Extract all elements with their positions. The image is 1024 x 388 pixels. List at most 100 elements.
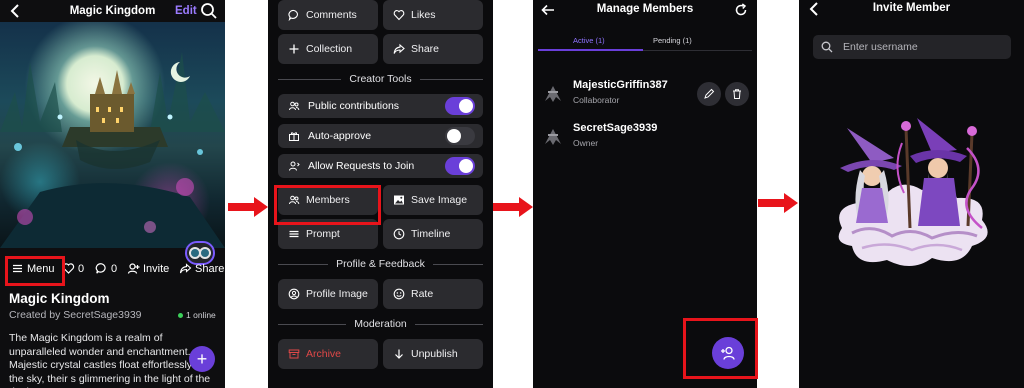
kingdom-name: Magic Kingdom	[9, 291, 110, 306]
gift-icon	[289, 132, 299, 141]
tab-active[interactable]: Active (1)	[573, 36, 605, 45]
user-request-icon	[289, 161, 300, 171]
pencil-icon	[704, 88, 715, 99]
prompt-label: Prompt	[306, 228, 340, 240]
flow-arrow-3	[758, 193, 798, 213]
right-arrow-icon	[493, 197, 533, 217]
share-button[interactable]: Share	[179, 262, 224, 275]
avatar	[545, 86, 561, 102]
right-arrow-icon	[758, 193, 798, 213]
heart-icon	[62, 263, 75, 274]
add-member-button[interactable]	[712, 337, 744, 369]
plus-icon: +	[196, 348, 208, 369]
group-icon	[289, 101, 300, 111]
profile-image-label: Profile Image	[306, 288, 368, 300]
creator-tools-label: Creator Tools	[349, 73, 412, 85]
toggle-knob	[459, 159, 473, 173]
member-name: MajesticGriffin387	[573, 79, 668, 91]
members-button[interactable]: Members	[278, 185, 378, 215]
toggle-knob	[459, 99, 473, 113]
arrow-down-icon	[395, 349, 403, 359]
allow-requests-row[interactable]: Allow Requests to Join	[278, 154, 483, 178]
public-contributions-toggle[interactable]	[445, 97, 475, 115]
plus-icon	[289, 44, 299, 54]
trash-icon	[733, 89, 741, 99]
prompt-button[interactable]: Prompt	[278, 219, 378, 249]
member-name: SecretSage3939	[573, 122, 658, 134]
member-row[interactable]: SecretSage3939 Owner	[542, 122, 748, 154]
likes-button[interactable]: Likes	[383, 0, 483, 30]
comment-icon	[288, 9, 298, 21]
username-input[interactable]	[843, 41, 1003, 53]
auto-approve-row[interactable]: Auto-approve	[278, 124, 483, 148]
wizards-illustration	[838, 118, 988, 267]
menu-label: Menu	[27, 262, 55, 275]
moderation-heading: Moderation	[278, 317, 483, 331]
edit-button[interactable]: Edit	[175, 5, 197, 17]
comment-button[interactable]: 0	[95, 262, 117, 275]
menu-button[interactable]: Menu	[11, 262, 55, 275]
profile-feedback-heading: Profile & Feedback	[278, 257, 483, 271]
toggle-knob	[447, 129, 461, 143]
tab-active-indicator	[538, 49, 643, 51]
auto-approve-toggle[interactable]	[445, 127, 475, 145]
smiley-icon	[393, 288, 405, 300]
top-bar: Manage Members	[533, 0, 757, 20]
add-user-icon	[721, 346, 735, 360]
collection-label: Collection	[306, 43, 353, 55]
hero-image	[0, 22, 225, 265]
members-label: Members	[306, 194, 350, 206]
public-contributions-label: Public contributions	[308, 100, 400, 112]
unpublish-button[interactable]: Unpublish	[383, 339, 483, 369]
save-image-button[interactable]: Save Image	[383, 185, 483, 215]
refresh-icon[interactable]	[734, 3, 748, 17]
edit-member-button[interactable]	[697, 82, 721, 106]
menu-sheet: Comments Likes Collection Share Creator …	[268, 0, 493, 388]
likes-count: 0	[78, 262, 85, 275]
right-arrow-icon	[228, 197, 268, 217]
rate-label: Rate	[411, 288, 434, 300]
profile-icon	[288, 288, 300, 300]
creator-tools-heading: Creator Tools	[278, 72, 483, 86]
allow-requests-toggle[interactable]	[445, 157, 475, 175]
archive-icon	[288, 349, 300, 359]
avatar	[545, 129, 561, 145]
member-row[interactable]: MajesticGriffin387 Collaborator	[542, 79, 749, 111]
profile-feedback-label: Profile & Feedback	[336, 258, 425, 270]
share-icon	[393, 43, 405, 54]
public-contributions-row[interactable]: Public contributions	[278, 94, 483, 118]
clock-icon	[393, 228, 405, 240]
image-icon	[394, 195, 404, 205]
creator-text[interactable]: Created by SecretSage3939	[9, 309, 142, 321]
top-bar: Magic Kingdom Edit	[0, 0, 225, 22]
create-plus-button[interactable]: +	[189, 346, 215, 372]
member-role: Collaborator	[573, 95, 620, 105]
unpublish-label: Unpublish	[411, 348, 458, 360]
flow-arrow-2	[493, 197, 533, 217]
like-button[interactable]: 0	[62, 262, 84, 275]
description: The Magic Kingdom is a realm of unparall…	[9, 332, 214, 388]
member-role: Owner	[573, 138, 599, 148]
archive-label: Archive	[306, 348, 342, 360]
collection-button[interactable]: Collection	[278, 34, 378, 64]
tab-pending[interactable]: Pending (1)	[653, 36, 692, 45]
flow-arrow-1	[228, 197, 268, 217]
share-icon	[179, 263, 192, 274]
archive-button[interactable]: Archive	[278, 339, 378, 369]
comments-count: 0	[111, 262, 118, 275]
invite-button[interactable]: Invite	[127, 262, 169, 275]
timeline-button[interactable]: Timeline	[383, 219, 483, 249]
save-image-label: Save Image	[411, 194, 468, 206]
search-icon[interactable]	[200, 2, 218, 20]
comments-button[interactable]: Comments	[278, 0, 378, 30]
add-user-icon	[127, 263, 140, 274]
action-bar: Menu 0 0 Invite Share	[0, 258, 225, 280]
online-dot-icon	[178, 312, 183, 318]
likes-label: Likes	[411, 9, 436, 21]
rate-button[interactable]: Rate	[383, 279, 483, 309]
share-label: Share	[411, 43, 440, 55]
delete-member-button[interactable]	[725, 82, 749, 106]
share-button[interactable]: Share	[383, 34, 483, 64]
profile-image-button[interactable]: Profile Image	[278, 279, 378, 309]
online-status: 1 online	[178, 310, 216, 320]
